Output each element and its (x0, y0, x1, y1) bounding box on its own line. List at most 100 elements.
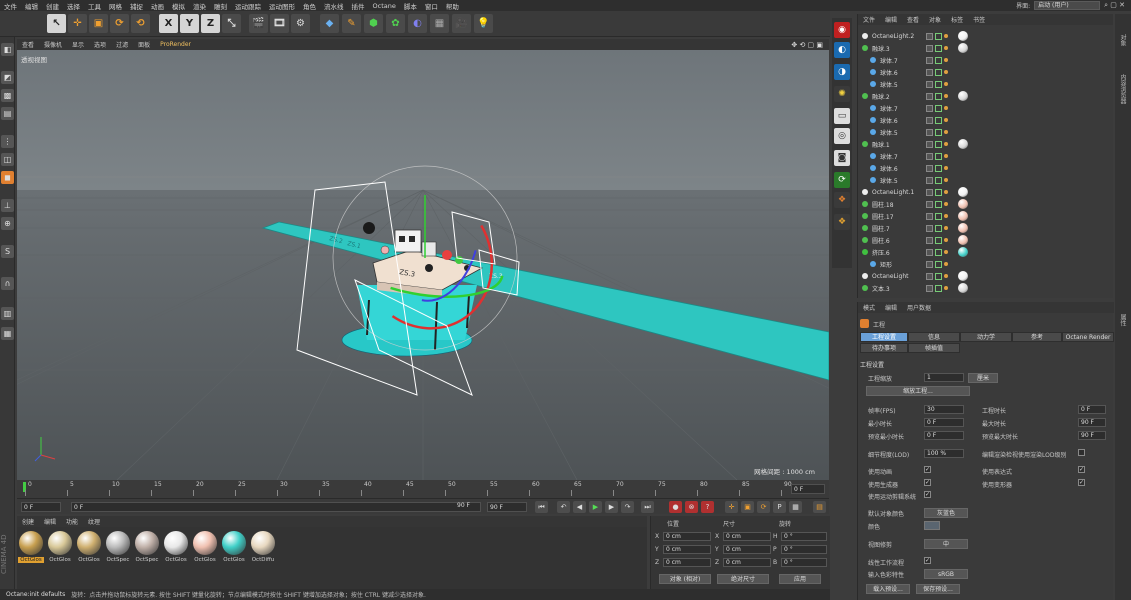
material-tag-icon[interactable] (958, 43, 968, 53)
menu-item-8[interactable]: 模拟 (168, 1, 189, 11)
key-scale-icon[interactable]: ▣ (741, 501, 754, 513)
material-tag-icon[interactable] (958, 235, 968, 245)
object-menu-item[interactable]: 文件 (858, 15, 880, 24)
go-start-icon[interactable]: ⏮ (535, 501, 548, 513)
material-tag-icon[interactable] (958, 211, 968, 221)
autokey-icon[interactable]: ⊗ (685, 501, 698, 513)
magnet-icon[interactable]: ∩ (1, 277, 14, 290)
enabled-checkbox[interactable] (935, 128, 942, 136)
load-preset-button[interactable]: 载入预设... (866, 584, 910, 594)
tab-frame-interp[interactable]: 帧插值 (908, 343, 960, 353)
enabled-checkbox[interactable] (935, 92, 942, 100)
use-motion-checkbox[interactable]: ✓ (924, 491, 931, 498)
scale-input[interactable]: 1 (924, 373, 964, 382)
menu-item-19[interactable]: 帮助 (442, 1, 463, 11)
enabled-checkbox[interactable] (935, 56, 942, 64)
material-swatch[interactable]: OctGlos (47, 531, 73, 569)
menu-item-1[interactable]: 编辑 (21, 1, 42, 11)
object-row[interactable]: 球体.7 (858, 54, 1108, 66)
preview-max-input[interactable]: 90 F (1078, 431, 1106, 440)
timeline-end-field[interactable]: 0 F (791, 484, 825, 494)
object-row[interactable]: 融球.2 (858, 90, 1108, 102)
x-axis-button[interactable]: X (159, 14, 178, 33)
mat-menu-texture[interactable]: 纹理 (83, 517, 105, 526)
prev-frame-icon[interactable]: ◀ (573, 501, 586, 513)
viewport-menu-display[interactable]: 显示 (67, 40, 89, 49)
object-row[interactable]: 矩形 (858, 258, 1108, 270)
visibility-toggle[interactable] (926, 260, 933, 268)
prev-key-icon[interactable]: ↶ (557, 501, 570, 513)
menu-item-9[interactable]: 渲染 (189, 1, 210, 11)
snap-icon[interactable]: S (1, 245, 14, 258)
tab-octane-render[interactable]: Octane Render (1062, 332, 1114, 342)
lock-workplane-icon[interactable]: ▥ (1, 307, 14, 320)
key-rotation-icon[interactable]: ⟳ (757, 501, 770, 513)
render-view-icon[interactable]: 🎬 (249, 14, 268, 33)
visibility-toggle[interactable] (926, 272, 933, 280)
object-row[interactable]: 球体.7 (858, 102, 1108, 114)
material-swatch[interactable]: OctGlos (163, 531, 189, 569)
visibility-toggle[interactable] (926, 236, 933, 244)
visibility-toggle[interactable] (926, 152, 933, 160)
enabled-checkbox[interactable] (935, 116, 942, 124)
visibility-toggle[interactable] (926, 44, 933, 52)
use-deformer-checkbox[interactable]: ✓ (1078, 479, 1085, 486)
tab-reference[interactable]: 参考 (1012, 332, 1062, 342)
visibility-toggle[interactable] (926, 200, 933, 208)
object-row[interactable]: OctaneLight.1 (858, 186, 1108, 198)
current-frame-slider[interactable]: 0 F (71, 502, 481, 512)
object-row[interactable]: 球体.6 (858, 162, 1108, 174)
menu-item-17[interactable]: 脚本 (400, 1, 421, 11)
menu-item-10[interactable]: 雕刻 (210, 1, 231, 11)
object-row[interactable]: 圆柱.6 (858, 234, 1108, 246)
object-row[interactable]: 球体.6 (858, 66, 1108, 78)
side-tab-attributes[interactable]: 属性 (1118, 314, 1127, 326)
menu-item-6[interactable]: 捕捉 (126, 1, 147, 11)
viewport-menu-prorender[interactable]: ProRender (155, 41, 196, 48)
select-cursor-icon[interactable]: ↖ (47, 14, 66, 33)
visibility-toggle[interactable] (926, 104, 933, 112)
object-menu-item[interactable]: 查看 (902, 15, 924, 24)
object-row[interactable]: 球体.5 (858, 78, 1108, 90)
go-end-icon[interactable]: ⏭ (641, 501, 654, 513)
visibility-toggle[interactable] (926, 32, 933, 40)
floor-icon[interactable]: ▦ (430, 14, 449, 33)
menu-item-3[interactable]: 选择 (63, 1, 84, 11)
key-param-icon[interactable]: P (773, 501, 786, 513)
material-swatch[interactable]: OctGlos (18, 531, 44, 569)
octane-contrast-icon[interactable]: ◑ (834, 64, 850, 80)
object-row[interactable]: 文本.3 (858, 282, 1108, 294)
visibility-toggle[interactable] (926, 164, 933, 172)
menu-item-16[interactable]: Octane (369, 2, 400, 10)
octane-texture-icon[interactable]: ❖ (834, 214, 850, 230)
light-icon[interactable]: 💡 (474, 14, 493, 33)
coord-position-input[interactable]: 0 cm (663, 558, 711, 567)
menu-item-13[interactable]: 角色 (299, 1, 320, 11)
coord-rotation-input[interactable]: 0 ° (781, 558, 827, 567)
octane-camera-icon[interactable]: ◙ (834, 150, 850, 166)
make-editable-icon[interactable]: ◧ (1, 43, 14, 56)
visibility-toggle[interactable] (926, 248, 933, 256)
object-menu-item[interactable]: 书签 (968, 15, 990, 24)
enabled-checkbox[interactable] (935, 140, 942, 148)
octane-scatter-icon[interactable]: ⟳ (834, 172, 850, 188)
camera-icon[interactable]: 🎥 (452, 14, 471, 33)
visibility-toggle[interactable] (926, 80, 933, 88)
material-tag-icon[interactable] (958, 139, 968, 149)
material-swatch[interactable]: OctGlos (192, 531, 218, 569)
octane-half-icon[interactable]: ◐ (834, 42, 850, 58)
enabled-checkbox[interactable] (935, 32, 942, 40)
object-row[interactable]: 融球.1 (858, 138, 1108, 150)
object-row[interactable]: 融球.3 (858, 42, 1108, 54)
viewport-menu-options[interactable]: 选项 (89, 40, 111, 49)
linear-workflow-checkbox[interactable]: ✓ (924, 557, 931, 564)
cloner-icon[interactable]: ✿ (386, 14, 405, 33)
coord-size-input[interactable]: 0 cm (723, 558, 771, 567)
object-row[interactable]: OctaneLight (858, 270, 1108, 282)
mat-menu-function[interactable]: 功能 (61, 517, 83, 526)
mat-menu-create[interactable]: 创建 (17, 517, 39, 526)
tab-info[interactable]: 信息 (908, 332, 960, 342)
input-color-dropdown[interactable]: sRGB (924, 569, 968, 579)
use-expression-checkbox[interactable]: ✓ (1078, 466, 1085, 473)
viewport-menu-cameras[interactable]: 摄像机 (39, 40, 67, 49)
